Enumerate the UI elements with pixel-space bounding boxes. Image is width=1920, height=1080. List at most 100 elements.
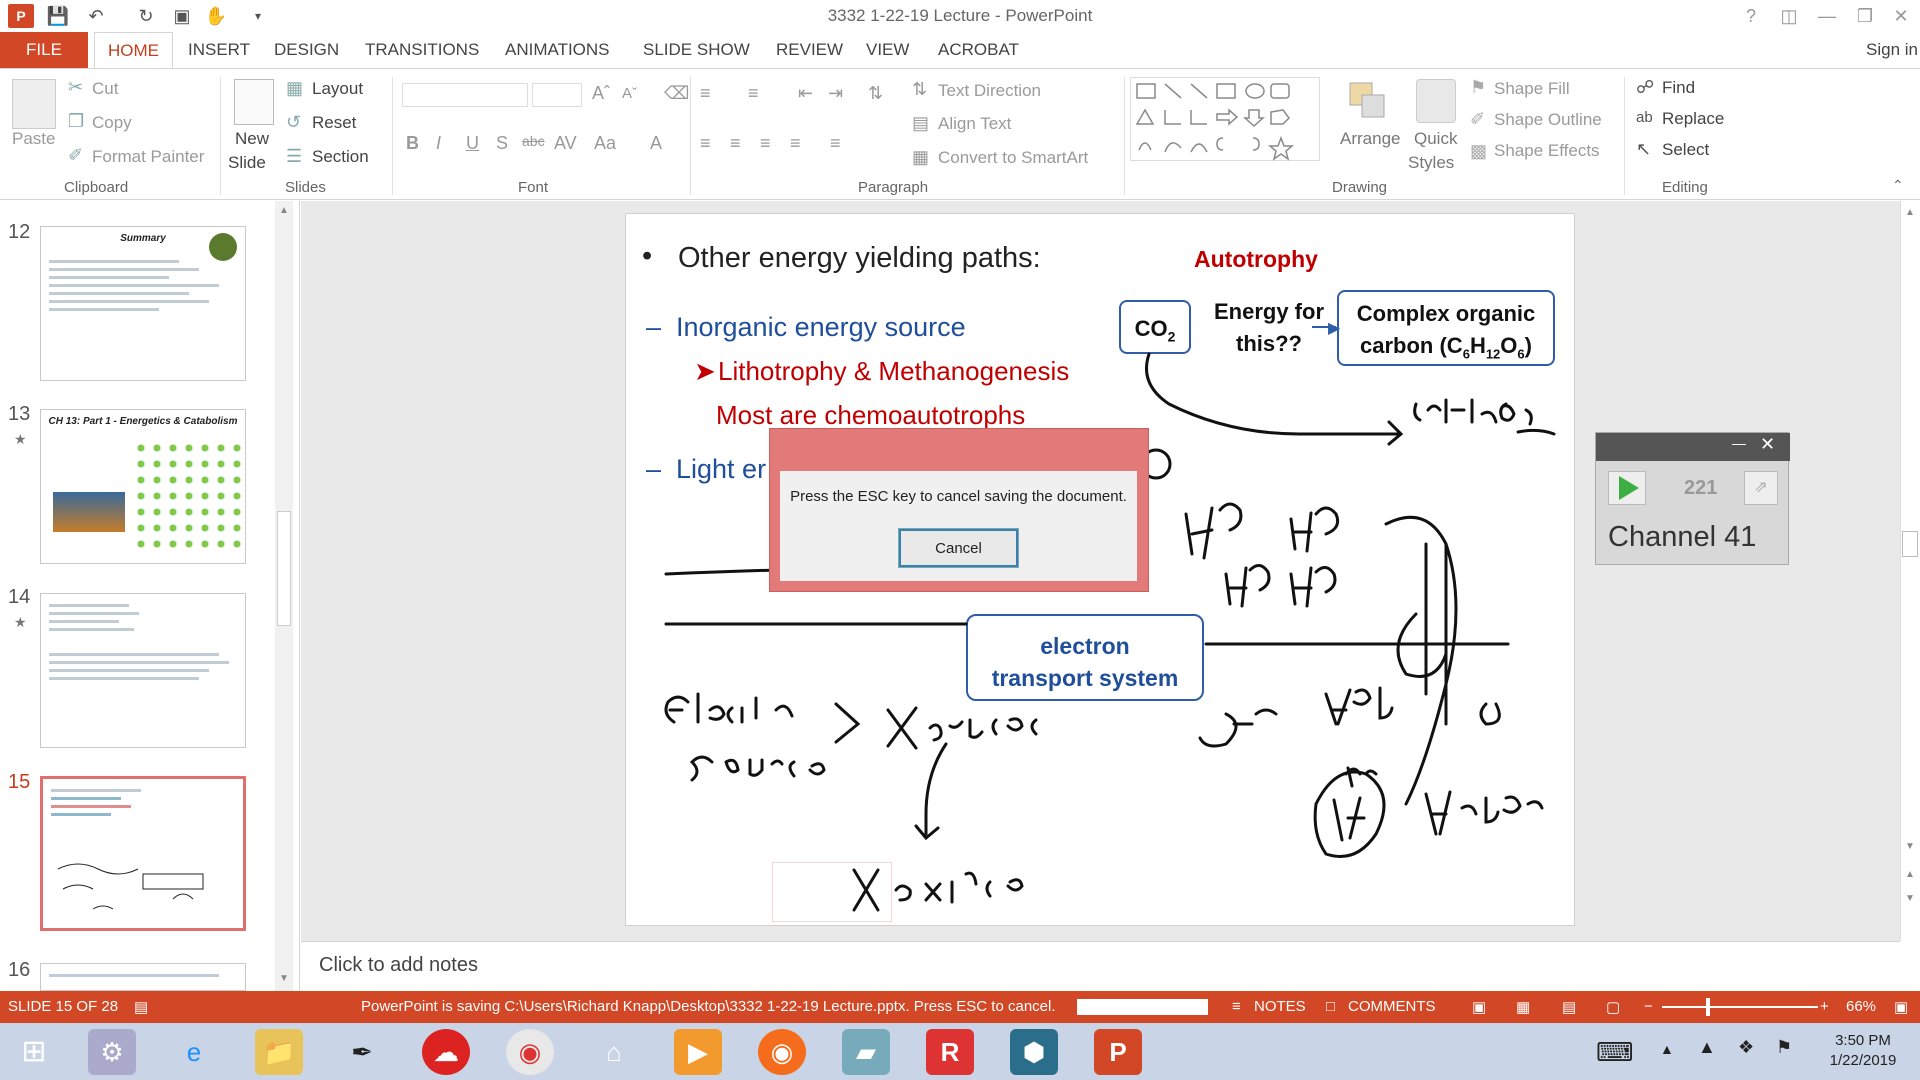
tab-file[interactable]: FILE <box>0 32 88 68</box>
ribbon-display-icon[interactable]: ◫ <box>1774 2 1804 30</box>
zoom-slider[interactable] <box>1662 1006 1818 1008</box>
shape-effects-button[interactable]: Shape Effects <box>1494 141 1600 161</box>
increase-indent-icon[interactable]: ⇥ <box>828 83 843 104</box>
arrange-icon[interactable] <box>1346 79 1390 123</box>
thumbnails-scrollbar[interactable]: ▲ ▼ <box>275 201 293 991</box>
collapse-ribbon-icon[interactable]: ⌃ <box>1892 177 1904 194</box>
clear-format-icon[interactable]: ⌫ <box>664 83 689 104</box>
change-case-icon[interactable]: Aa <box>594 133 616 154</box>
slide-thumbnail-13[interactable]: CH 13: Part 1 - Energetics & Catabolism <box>40 409 246 564</box>
replace-icon[interactable]: ab <box>1636 109 1653 126</box>
scroll-up-icon[interactable]: ▲ <box>1905 207 1915 218</box>
shape-outline-button[interactable]: Shape Outline <box>1494 110 1602 130</box>
tab-review[interactable]: REVIEW <box>776 32 843 68</box>
slide-thumbnail-14[interactable] <box>40 593 246 748</box>
shadow-icon[interactable]: S <box>496 133 508 154</box>
slide-counter[interactable]: SLIDE 15 OF 28 <box>8 998 118 1015</box>
columns-icon[interactable]: ≡ <box>830 133 841 154</box>
shape-outline-icon[interactable]: ✐ <box>1470 109 1485 130</box>
channel-expand-icon[interactable]: ⇗ <box>1744 471 1778 505</box>
previous-slide-icon[interactable]: ▲ <box>1905 869 1915 880</box>
restore-icon[interactable]: ❐ <box>1850 2 1880 30</box>
tab-acrobat[interactable]: ACROBAT <box>938 32 1019 68</box>
tab-animations[interactable]: ANIMATIONS <box>505 32 610 68</box>
media-player-icon[interactable]: ▶ <box>674 1029 722 1075</box>
font-size-select[interactable] <box>532 83 582 107</box>
comments-icon[interactable]: □ <box>1326 998 1335 1015</box>
scrollbar-thumb[interactable] <box>277 511 291 626</box>
new-slide-label-2[interactable]: Slide <box>228 153 266 173</box>
chrome-icon[interactable]: ◉ <box>506 1029 554 1075</box>
close-icon[interactable]: ✕ <box>1886 2 1916 30</box>
shrink-font-icon[interactable]: Aˇ <box>622 85 637 102</box>
spell-check-icon[interactable]: ▤ <box>134 998 148 1016</box>
slide-thumbnail-15-selected[interactable] <box>40 776 246 931</box>
pen-tool-icon[interactable]: ✒ <box>338 1029 386 1075</box>
copy-button[interactable]: Copy <box>92 113 132 133</box>
numbering-icon[interactable]: ≡ <box>748 83 759 104</box>
notes-placeholder[interactable]: Click to add notes <box>319 954 478 977</box>
layout-icon[interactable]: ▦ <box>286 78 303 99</box>
sign-in-link[interactable]: Sign in <box>1866 32 1918 68</box>
smartart-icon[interactable]: ▦ <box>912 147 929 168</box>
file-explorer-icon[interactable]: 📁 <box>255 1029 303 1075</box>
internet-explorer-icon[interactable]: e <box>170 1029 218 1075</box>
shape-fill-button[interactable]: Shape Fill <box>1494 79 1570 99</box>
quick-styles-icon[interactable] <box>1416 79 1456 123</box>
next-slide-icon[interactable]: ▼ <box>1905 893 1915 904</box>
clock[interactable]: 3:50 PM 1/22/2019 <box>1818 1031 1908 1071</box>
scrollbar-thumb[interactable] <box>1902 531 1918 557</box>
font-color-icon[interactable]: A <box>650 133 662 154</box>
tab-insert[interactable]: INSERT <box>188 32 250 68</box>
tab-transitions[interactable]: TRANSITIONS <box>365 32 479 68</box>
zoom-slider-thumb[interactable] <box>1706 998 1710 1016</box>
text-direction-icon[interactable]: ⇅ <box>912 79 927 100</box>
quick-styles-label-1[interactable]: Quick <box>1414 129 1457 149</box>
align-text-button[interactable]: Align Text <box>938 114 1011 134</box>
channel-play-button[interactable] <box>1608 471 1646 505</box>
align-text-icon[interactable]: ▤ <box>912 113 929 134</box>
dropbox-icon[interactable]: ❖ <box>1738 1037 1754 1058</box>
find-icon[interactable]: ☍ <box>1636 77 1654 98</box>
align-center-icon[interactable]: ≡ <box>730 133 741 154</box>
cancel-button[interactable]: Cancel <box>898 528 1019 568</box>
tab-design[interactable]: DESIGN <box>274 32 339 68</box>
canvas-scrollbar[interactable]: ▲ ▼ ▲ ▼ <box>1900 201 1918 941</box>
align-right-icon[interactable]: ≡ <box>760 133 771 154</box>
network-icon[interactable]: ▲ <box>1698 1037 1716 1058</box>
replace-button[interactable]: Replace <box>1662 109 1724 129</box>
firefox-icon[interactable]: ◉ <box>758 1029 806 1075</box>
paste-button[interactable]: Paste <box>12 129 55 149</box>
find-button[interactable]: Find <box>1662 78 1695 98</box>
home-icon[interactable]: ⌂ <box>590 1029 638 1075</box>
slide-sorter-icon[interactable]: ▦ <box>1516 998 1530 1016</box>
tray-expand-icon[interactable]: ▲ <box>1660 1041 1674 1057</box>
app-window-icon[interactable]: ▰ <box>842 1029 890 1075</box>
notes-pane[interactable]: Click to add notes <box>301 941 1900 991</box>
decrease-indent-icon[interactable]: ⇤ <box>798 83 813 104</box>
slide-thumbnail-16[interactable] <box>40 963 246 991</box>
reset-button[interactable]: Reset <box>312 113 356 133</box>
channel-close-icon[interactable]: ✕ <box>1760 434 1775 455</box>
shapes-gallery[interactable] <box>1130 77 1320 161</box>
help-icon[interactable]: ? <box>1736 2 1766 30</box>
justify-icon[interactable]: ≡ <box>790 133 801 154</box>
italic-icon[interactable]: I <box>436 133 441 154</box>
new-slide-label-1[interactable]: New <box>235 129 269 149</box>
select-button[interactable]: Select <box>1662 140 1709 160</box>
fit-slide-icon[interactable]: ▣ <box>1894 998 1908 1016</box>
windows-start-icon[interactable]: ⊞ <box>10 1029 58 1075</box>
format-painter-button[interactable]: Format Painter <box>92 147 204 167</box>
channel-minimize-icon[interactable]: — <box>1732 435 1746 451</box>
shape-fill-icon[interactable]: ⚑ <box>1470 77 1486 98</box>
strikethrough-icon[interactable]: abc <box>522 133 545 149</box>
line-spacing-icon[interactable]: ⇅ <box>868 83 883 104</box>
char-spacing-icon[interactable]: AV <box>554 133 577 154</box>
comments-button[interactable]: COMMENTS <box>1348 998 1436 1015</box>
scroll-up-icon[interactable]: ▲ <box>279 205 289 216</box>
bullets-icon[interactable]: ≡ <box>700 83 711 104</box>
quick-styles-label-2[interactable]: Styles <box>1408 153 1454 173</box>
cut-button[interactable]: Cut <box>92 79 118 99</box>
slide-thumbnail-12[interactable]: Summary <box>40 226 246 381</box>
align-left-icon[interactable]: ≡ <box>700 133 711 154</box>
